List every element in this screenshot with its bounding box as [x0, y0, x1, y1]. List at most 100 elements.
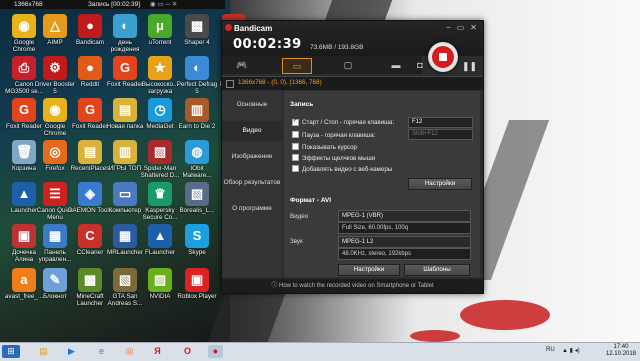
option-show-cursor[interactable]: Показывать курсор: [292, 143, 357, 151]
file-size-info: 73.6MB / 193.8GB: [310, 44, 364, 51]
nav-output[interactable]: Обзор результатов: [222, 173, 282, 193]
desktop-icon-glyph: ▥: [113, 140, 137, 164]
desktop-icon[interactable]: ▣ Roblox Player: [175, 266, 219, 318]
firefox-taskbar-icon[interactable]: ◎: [122, 345, 137, 358]
minimize-button[interactable]: −: [444, 24, 453, 32]
desktop-icon-glyph: S: [185, 224, 209, 248]
tray-language[interactable]: RU: [546, 347, 555, 353]
nav-general[interactable]: Основные: [222, 95, 282, 115]
restore-button[interactable]: ▭: [456, 24, 465, 32]
show-cursor-checkbox[interactable]: [292, 143, 299, 150]
bandicam-logo-icon: [225, 24, 232, 31]
explorer-taskbar-icon[interactable]: ▤: [36, 345, 51, 358]
opera-taskbar-icon[interactable]: O: [180, 345, 195, 358]
desktop-icon-label: Roblox Player: [177, 293, 217, 300]
option-start-stop[interactable]: Старт / Стоп - горячая клавиша:: [292, 119, 394, 126]
desktop-icon-glyph: ▨: [148, 268, 172, 292]
desktop-icon-glyph: ▧: [185, 182, 209, 206]
capture-resolution: 1366x768: [14, 1, 43, 8]
capture-region-bar[interactable]: 1366x768 - (0, 0), (1366, 768): [222, 76, 483, 90]
desktop-icon-glyph: ◷: [148, 98, 172, 122]
ie-taskbar-icon[interactable]: e: [94, 345, 109, 358]
desktop-icon-glyph: ▧: [113, 268, 137, 292]
capture-bar-controls[interactable]: ◉ ▭ ─ ✕: [150, 0, 177, 9]
record-settings-button[interactable]: Настройки: [408, 178, 472, 190]
desktop-icon-label: Skype: [188, 249, 206, 256]
region-checkbox[interactable]: [226, 80, 234, 88]
desktop-icon-glyph: ◈: [78, 182, 102, 206]
capture-recording-status: Запись [00:02:39]: [88, 1, 141, 8]
desktop-icon-glyph: ★: [148, 56, 172, 80]
start-stop-hotkey-field[interactable]: F12: [408, 117, 473, 128]
tray-clock[interactable]: 17:40 12.10.2018: [606, 344, 636, 358]
desktop-icon-glyph: G: [78, 98, 102, 122]
desktop-icon-glyph: ▥: [185, 98, 209, 122]
video-codec-field[interactable]: MPEG-1 (VBR): [338, 210, 471, 222]
desktop-icon-glyph: ▦: [113, 224, 137, 248]
desktop-icon-glyph: ◐: [113, 14, 137, 38]
desktop-icon-glyph: ▤: [113, 98, 137, 122]
pause-checkbox[interactable]: [292, 131, 299, 138]
desktop-icon-glyph: G: [113, 56, 137, 80]
media-taskbar-icon[interactable]: ▶: [64, 345, 79, 358]
desktop-icon-glyph: ♛: [148, 182, 172, 206]
webcam-checkbox[interactable]: [292, 165, 299, 172]
video-label: Видео: [290, 213, 309, 220]
desktop-icon-label: IObit Malware...: [182, 165, 212, 179]
game-mode-icon[interactable]: 🎮: [228, 58, 256, 72]
pause-hotkey-field[interactable]: Shift+F12: [408, 129, 473, 140]
desktop-icon-glyph: ●: [78, 56, 102, 80]
close-button[interactable]: ✕: [469, 24, 478, 32]
option-pause[interactable]: Пауза - горячая клавиша:: [292, 131, 375, 139]
desktop-icon-glyph: ▭: [113, 182, 137, 206]
taskbar: ⊞ ▤ ▶ e ◎ Я O ● RU ▲ ▮ ◂) 17:40 12.10.20…: [0, 342, 640, 361]
settings-sidebar: Основные Видео Изображение Обзор результ…: [222, 91, 282, 277]
record-timer: 00:02:39: [233, 37, 302, 52]
video-settings-panel: Запись Старт / Стоп - горячая клавиша: F…: [284, 91, 480, 277]
format-title: Формат - AVI: [290, 197, 332, 204]
help-footer-link[interactable]: ⓘ How to watch the recorded video on Sma…: [222, 279, 483, 293]
help-footer-text: How to watch the recorded video on Smart…: [279, 283, 434, 289]
format-settings-button[interactable]: Настройки: [338, 264, 400, 276]
start-stop-checkbox[interactable]: [292, 119, 299, 126]
pause-button[interactable]: ❚❚: [462, 61, 477, 72]
desktop-icon-glyph: ▩: [185, 14, 209, 38]
desktop-icon-glyph: ◉: [43, 98, 67, 122]
desktop-icon-label: Borealis_L...: [179, 207, 215, 214]
record-section-title: Запись: [290, 101, 314, 108]
bandicam-taskbar-icon[interactable]: ●: [208, 345, 223, 358]
desktop-icon-glyph: △: [43, 14, 67, 38]
desktop-icon-glyph: ▦: [43, 224, 67, 248]
desktop-icon-glyph: ◍: [185, 140, 209, 164]
desktop-icon-glyph: ▧: [148, 140, 172, 164]
capture-status-bar: 1366x768 Запись [00:02:39] ◉ ▭ ─ ✕: [0, 0, 225, 9]
desktop-icon-glyph: μ: [148, 14, 172, 38]
device-mode-icon[interactable]: ▢: [334, 58, 362, 72]
desktop-icon-glyph: ☰: [43, 182, 67, 206]
audio-codec-field[interactable]: MPEG-1 L2: [338, 236, 471, 248]
capture-region: 1366x768 - (0, 0), (1366, 768): [238, 79, 322, 86]
option-click-effects[interactable]: Эффекты щелчков мыши: [292, 154, 375, 162]
info-icon: ⓘ: [271, 283, 279, 289]
screen-mode-icon[interactable]: ▭: [282, 58, 312, 74]
nav-video[interactable]: Видео: [222, 121, 282, 141]
yandex-taskbar-icon[interactable]: Я: [150, 345, 165, 358]
bandicam-window: Bandicam − ▭ ✕ 00:02:39 73.6MB / 193.8GB…: [221, 20, 484, 294]
start-button[interactable]: ⊞: [2, 345, 20, 358]
desktop-icon-glyph: ✎: [43, 268, 67, 292]
option-webcam[interactable]: Добавлять видео с веб-камеры: [292, 165, 392, 173]
desktop-icon-glyph: C: [78, 224, 102, 248]
templates-button[interactable]: Шаблоны: [404, 264, 470, 276]
record-stop-button[interactable]: [428, 42, 458, 72]
audio-detail-field: 48.0KHz, stereo, 192kbps: [338, 248, 471, 260]
clock-time: 17:40: [613, 344, 629, 350]
nav-image[interactable]: Изображение: [222, 147, 282, 167]
desktop-icon-glyph: ▣: [185, 268, 209, 292]
click-effects-checkbox[interactable]: [292, 154, 299, 161]
mode-toolbar: 🎮 ▭ ▢ ▬ ◘: [222, 56, 423, 74]
desktop-icon-glyph: ▩: [78, 268, 102, 292]
desktop-icon-glyph: ⚙: [43, 56, 67, 80]
desktop-icon-glyph: ▲: [148, 224, 172, 248]
tray-icons[interactable]: ▲ ▮ ◂): [562, 347, 580, 354]
nav-about[interactable]: О программе: [222, 199, 282, 219]
